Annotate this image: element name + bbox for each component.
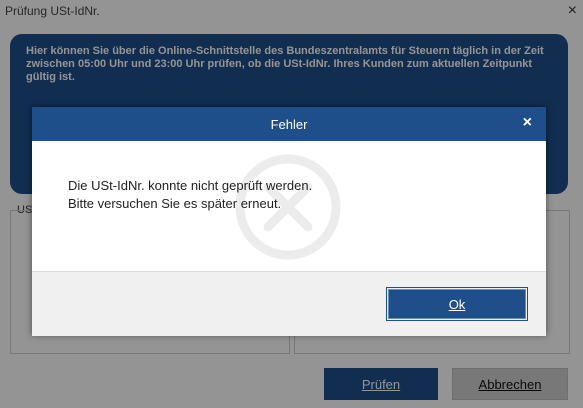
- dialog-header: Fehler ×: [32, 107, 546, 141]
- dialog-message-line-2: Bitte versuchen Sie es später erneut.: [68, 196, 282, 211]
- dialog-message-line-1: Die USt-IdNr. konnte nicht geprüft werde…: [68, 178, 313, 193]
- dialog-message: Die USt-IdNr. konnte nicht geprüft werde…: [68, 177, 312, 213]
- dialog-footer: Ok: [32, 271, 546, 336]
- ok-button[interactable]: Ok: [386, 287, 528, 321]
- dialog-body: Die USt-IdNr. konnte nicht geprüft werde…: [32, 141, 546, 271]
- dialog-close-icon[interactable]: ×: [523, 114, 532, 132]
- error-dialog: Fehler × Die USt-IdNr. konnte nicht gepr…: [32, 107, 546, 336]
- dialog-title: Fehler: [270, 117, 308, 132]
- ok-button-label: Ok: [448, 296, 466, 312]
